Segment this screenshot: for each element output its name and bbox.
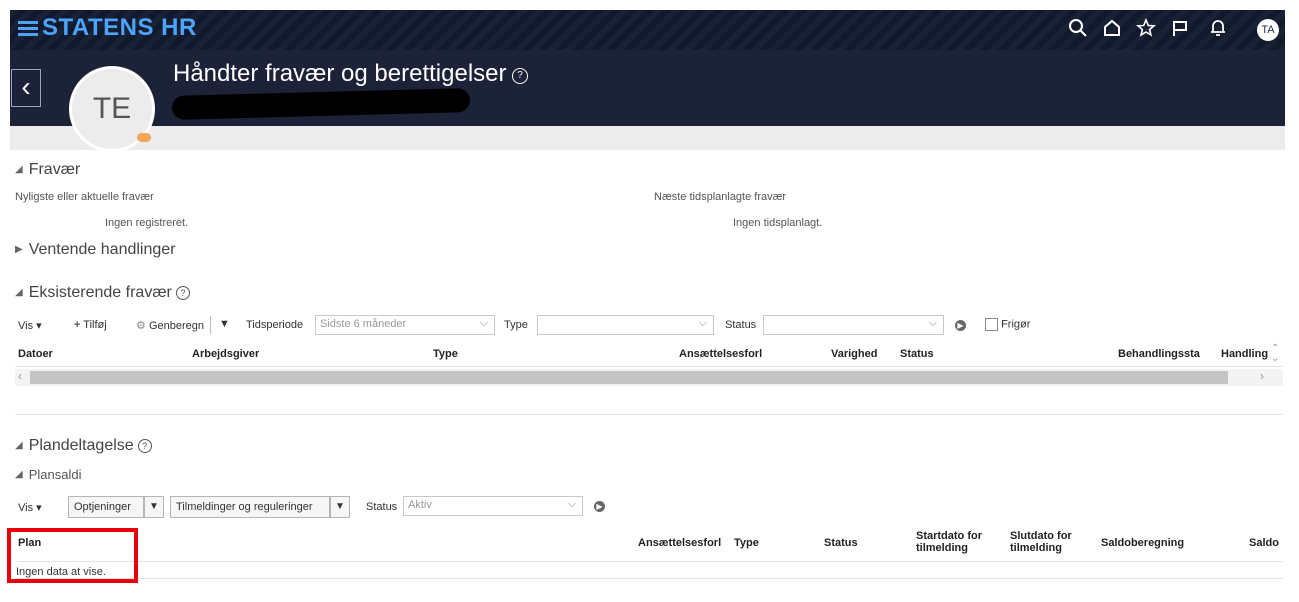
plan-balances-header[interactable]: ◢ Plansaldi	[15, 467, 81, 482]
recalc-dropdown-icon[interactable]: ▼	[219, 318, 230, 330]
column-header[interactable]: Type	[734, 537, 759, 549]
enrollments-button[interactable]: Tilmeldinger og reguleringer	[170, 496, 330, 518]
column-header[interactable]: Saldoberegning	[1101, 537, 1184, 549]
section-existing-header[interactable]: ◢ Eksisterende fravær?	[15, 284, 190, 302]
divider	[15, 414, 1283, 415]
help-icon[interactable]: ?	[137, 438, 152, 453]
expand-triangle-icon[interactable]: ▶	[15, 244, 23, 255]
back-button[interactable]: ‹	[11, 69, 41, 107]
collapse-triangle-icon[interactable]: ◢	[15, 469, 23, 480]
period-select[interactable]: Sidste 6 måneder ⌵	[315, 315, 495, 335]
divider	[15, 578, 1283, 579]
collapse-triangle-icon[interactable]: ◢	[15, 287, 23, 298]
next-absence-label: Næste tidsplanlagte fravær	[654, 191, 787, 203]
recalculate-button[interactable]: ⚙ Genberegn	[136, 319, 204, 332]
bell-icon[interactable]	[1206, 18, 1230, 42]
collapse-triangle-icon[interactable]: ◢	[15, 164, 23, 175]
view-menu[interactable]: Vis ▾	[18, 501, 42, 514]
section-title: Eksisterende fravær	[28, 284, 172, 301]
section-plan-header[interactable]: ◢ Plandeltagelse?	[15, 437, 152, 455]
column-header[interactable]: Slutdato for tilmelding	[1010, 530, 1085, 554]
plan-status-select[interactable]: Aktiv ⌵	[403, 496, 583, 516]
enrollments-dropdown-icon[interactable]: ▼	[330, 496, 350, 518]
status-select[interactable]: ⌵	[763, 315, 944, 335]
section-fravaer-header[interactable]: ◢ Fravær	[15, 161, 80, 179]
subsection-title: Plansaldi	[28, 467, 82, 482]
scroll-right-icon[interactable]: ›	[1260, 369, 1264, 383]
section-title: Fravær	[28, 161, 81, 178]
divider	[15, 366, 1283, 367]
scrollbar-thumb[interactable]	[30, 371, 1228, 384]
header-band	[10, 126, 1285, 150]
avatar-status-badge	[137, 133, 151, 142]
add-button[interactable]: + Tilføj	[74, 319, 107, 331]
gears-icon: ⚙	[136, 320, 146, 332]
go-icon[interactable]: ▶	[594, 501, 605, 512]
column-header[interactable]: Arbejdsgiver	[192, 348, 259, 360]
column-header[interactable]: Ansættelsesforl	[679, 348, 762, 360]
collapse-triangle-icon[interactable]: ◢	[15, 440, 23, 451]
recent-absence-value: Ingen registreret.	[105, 217, 189, 229]
accruals-button[interactable]: Optjeninger	[68, 496, 144, 518]
column-header[interactable]: Type	[433, 348, 458, 360]
column-header[interactable]: Datoer	[18, 348, 53, 360]
page-title: Håndter fravær og berettigelser	[173, 60, 507, 87]
highlight-box	[7, 528, 138, 583]
user-avatar[interactable]: TA	[1257, 19, 1279, 41]
search-icon[interactable]	[1066, 18, 1090, 42]
detach-icon	[985, 318, 998, 331]
section-title: Ventende handlinger	[28, 241, 176, 258]
status-label: Status	[725, 319, 757, 331]
column-header[interactable]: Startdato for tilmelding	[916, 530, 996, 554]
divider	[15, 561, 1283, 562]
type-label: Type	[504, 319, 528, 331]
brand-logo[interactable]: STATENS HR	[42, 14, 197, 42]
column-header[interactable]: Status	[824, 537, 858, 549]
view-menu[interactable]: Vis ▾	[18, 319, 42, 332]
star-icon[interactable]	[1134, 17, 1158, 42]
accruals-dropdown-icon[interactable]: ▼	[144, 496, 164, 518]
global-header	[10, 10, 1285, 50]
go-icon[interactable]: ▶	[955, 320, 966, 331]
section-title: Plandeltagelse	[28, 437, 134, 454]
period-label: Tidsperiode	[246, 319, 304, 331]
section-pending-header[interactable]: ▶ Ventende handlinger	[15, 241, 176, 259]
column-header[interactable]: Saldo	[1249, 537, 1279, 549]
help-icon[interactable]: ?	[512, 68, 528, 84]
help-icon[interactable]: ?	[175, 285, 190, 300]
home-icon[interactable]	[1100, 18, 1124, 42]
column-header[interactable]: Ansættelsesforl	[638, 537, 721, 549]
column-header[interactable]: Handling	[1221, 348, 1269, 360]
scroll-down-icon[interactable]: ⌄	[1271, 353, 1279, 364]
hamburger-menu-icon[interactable]	[18, 20, 40, 38]
plan-status-label: Status	[366, 501, 398, 513]
scroll-left-icon[interactable]: ‹	[18, 369, 22, 383]
plus-icon: +	[74, 319, 81, 331]
type-select[interactable]: ⌵	[537, 315, 714, 335]
column-header[interactable]: Varighed	[831, 348, 877, 360]
release-button[interactable]: Frigør	[985, 318, 1030, 331]
column-header[interactable]: Behandlingssta	[1118, 348, 1213, 360]
next-absence-value: Ingen tidsplanlagt.	[733, 217, 823, 229]
toolbar-separator	[210, 316, 211, 334]
recent-absence-label: Nyligste eller aktuelle fravær	[15, 191, 154, 203]
flag-icon[interactable]	[1168, 18, 1192, 42]
column-header[interactable]: Status	[900, 348, 934, 360]
